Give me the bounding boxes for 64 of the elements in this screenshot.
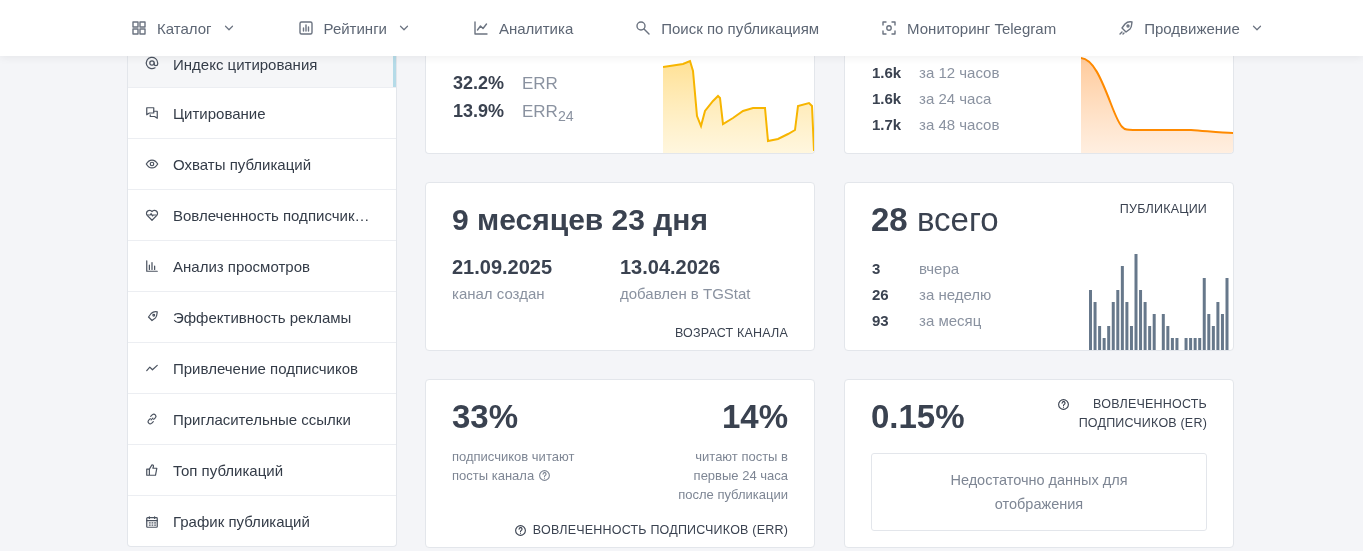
date-value: 13.04.2026 — [620, 256, 722, 279]
search-icon — [635, 20, 652, 36]
card-label: ВОВЛЕЧЕННОСТЬ ПОДПИСЧИКОВ (ERR) — [532, 523, 788, 537]
date-label: добавлен в TGStat — [620, 285, 752, 302]
stat-value: 13.9% — [453, 101, 506, 122]
stat-value: 93 — [872, 311, 890, 331]
sidebar-item[interactable]: Эффективность рекламы — [128, 292, 396, 343]
stat-value: 26 — [872, 285, 890, 305]
nav-menu-item[interactable]: Аналитика — [473, 19, 574, 37]
sidebar-item[interactable]: Цитирование — [128, 88, 396, 139]
nav-menu-item[interactable]: Мониторинг Telegram — [881, 19, 1057, 37]
thumbs-up-icon — [145, 463, 159, 477]
at-sign-icon — [145, 56, 159, 70]
sidebar-item[interactable]: Пригласительные ссылки — [128, 394, 396, 445]
date-label: канал создан — [452, 285, 546, 302]
stat-description: читают посты в первые 24 часа после публикации — [677, 448, 788, 504]
nav-menu-item[interactable]: Каталог — [131, 19, 236, 37]
sidebar-item[interactable]: График публикаций — [128, 496, 396, 547]
grid-icon — [131, 20, 147, 36]
age-title: 9 месяцев 23 дня — [452, 202, 709, 238]
card-label: ВОЗРАСТ КАНАЛА — [674, 326, 788, 340]
sidebar-item[interactable]: Индекс цитирования — [128, 56, 396, 88]
line-chart-icon — [473, 20, 489, 36]
stat-label: за месяц — [919, 311, 982, 331]
stat-label: ERR — [522, 74, 558, 94]
percent-value: 14% — [721, 398, 788, 435]
stat-value: 1.7k — [872, 115, 903, 135]
stat-value: 1.6k — [872, 63, 903, 83]
stat-label: ERR$_{24}$ — [522, 102, 574, 125]
percent-value: 0.15% — [871, 397, 965, 437]
stat-label: вчера — [919, 259, 960, 279]
help-icon — [513, 523, 527, 537]
eye-icon — [145, 157, 159, 171]
empty-message: Недостаточно данных для отображения — [949, 471, 1129, 514]
nav-menu-item[interactable]: Рейтинги — [297, 19, 411, 37]
focus-icon — [881, 20, 898, 36]
stat-label: за 12 часов — [919, 63, 1000, 83]
stat-description: подписчиков читают посты канала — [452, 448, 576, 485]
nav-menu-item[interactable]: Продвижение — [1118, 19, 1264, 37]
sidebar-item[interactable]: Охваты публикаций — [128, 139, 396, 190]
stat-value: 3 — [872, 259, 882, 279]
date-value: 21.09.2025 — [452, 256, 554, 279]
card-label: ВОВЛЕЧЕННОСТЬ ПОДПИСЧИКОВ (ER) — [1077, 396, 1207, 432]
stat-label: за неделю — [919, 285, 992, 305]
sidebar-item[interactable]: Топ публикаций — [128, 445, 396, 496]
total-count: 28 всего — [871, 200, 999, 240]
sidebar-item[interactable]: Вовлеченность подписчик… — [128, 190, 396, 241]
percent-value: 33% — [452, 398, 519, 435]
chat-icon — [145, 106, 159, 120]
card-label: ПУБЛИКАЦИИ — [1119, 202, 1207, 216]
bar-chart-icon — [297, 20, 314, 36]
stat-label: за 48 часов — [919, 115, 1000, 135]
nav-menu-item[interactable]: Поиск по публикациям — [635, 19, 820, 37]
bar-chart-icon — [145, 259, 159, 273]
sidebar-item[interactable]: Анализ просмотров — [128, 241, 396, 292]
calendar-icon — [145, 514, 159, 529]
link-icon — [145, 412, 159, 426]
help-icon — [538, 469, 552, 482]
stat-value: 1.6k — [872, 89, 903, 109]
help-icon — [1057, 398, 1070, 411]
stat-label: за 24 часа — [919, 89, 992, 109]
sidebar-item[interactable]: Привлечение подписчиков — [128, 343, 396, 394]
stat-value: 32.2% — [453, 73, 506, 94]
heart-pulse-icon — [145, 208, 159, 222]
